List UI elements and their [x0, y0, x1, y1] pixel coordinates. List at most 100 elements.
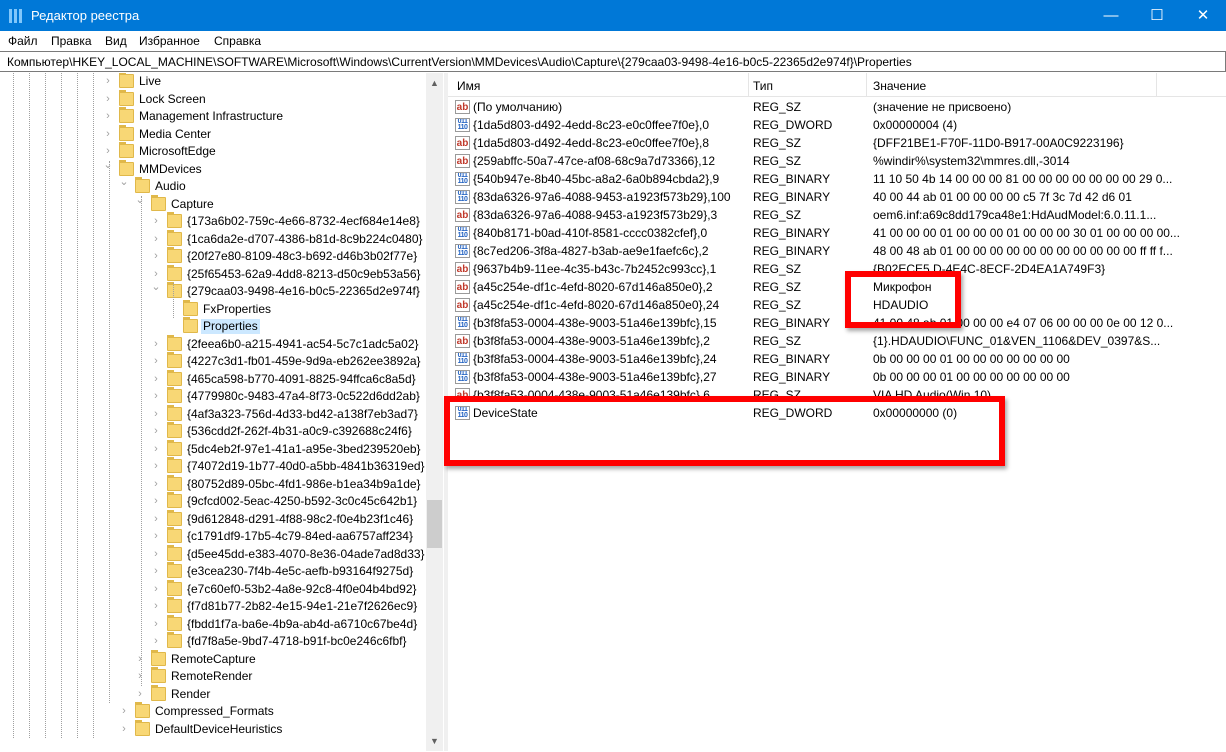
chevron-right-icon[interactable]: › — [151, 214, 161, 228]
tree-item-label[interactable]: Management Infrastructure — [137, 109, 285, 124]
menu-view[interactable]: Вид — [105, 34, 127, 48]
chevron-right-icon[interactable]: › — [151, 494, 161, 508]
value-row[interactable]: 011 110 {8c7ed206-3f8a-4827-b3ab-ae9e1faef… — [448, 242, 1226, 260]
tree-item[interactable]: › {9cfcd002-5eac-4250-b592-3c0c45c642b1} — [0, 492, 426, 510]
tree-item[interactable]: › Management Infrastructure — [0, 107, 426, 125]
tree-item-label[interactable]: DefaultDeviceHeuristics — [153, 722, 284, 737]
tree-item-label[interactable]: {173a6b02-759c-4e66-8732-4ecf684e14e8} — [185, 214, 422, 229]
scrollbar-thumb[interactable] — [427, 500, 442, 548]
value-row[interactable]: 011 110 {b3f8fa53-0004-438e-9003-51a46e139… — [448, 350, 1226, 368]
value-row[interactable]: 011 110 {b3f8fa53-0004-438e-9003-51a46e139… — [448, 314, 1226, 332]
chevron-right-icon[interactable]: › — [103, 92, 113, 106]
tree-item-label[interactable]: Audio — [153, 179, 188, 194]
column-type[interactable]: Тип — [753, 79, 773, 93]
tree-item[interactable]: › MicrosoftEdge — [0, 142, 426, 160]
tree-item[interactable]: › Live — [0, 73, 426, 90]
minimize-button[interactable]: — — [1088, 0, 1134, 31]
chevron-right-icon[interactable]: › — [135, 687, 145, 701]
value-row[interactable]: 011 110 {1da5d803-d492-4edd-8c23-e0c0ffee7… — [448, 116, 1226, 134]
tree-item-label[interactable]: RemoteRender — [169, 669, 254, 684]
tree-item-label[interactable]: {74072d19-1b77-40d0-a5bb-4841b36319ed} — [185, 459, 426, 474]
tree-item-label[interactable]: {20f27e80-8109-48c3-b692-d46b3b02f77e} — [185, 249, 419, 264]
value-row[interactable]: 011 110 DeviceState REG_DWORD 0x00000000 (0) — [448, 404, 1226, 422]
tree-item[interactable]: › {fbdd1f7a-ba6e-4b9a-ab4d-a6710c67be4d} — [0, 614, 426, 633]
tree-item-label[interactable]: RemoteCapture — [169, 652, 258, 667]
column-divider[interactable] — [1156, 73, 1157, 97]
tree-item-label[interactable]: {536cdd2f-262f-4b31-a0c9-c392688c24f6} — [185, 424, 414, 439]
chevron-right-icon[interactable]: › — [151, 232, 161, 246]
tree-item[interactable]: › {25f65453-62a9-4dd8-8213-d50c9eb53a56} — [0, 264, 426, 283]
tree-item[interactable]: FxProperties — [0, 299, 426, 318]
tree-item-label[interactable]: {d5ee45dd-e383-4070-8e36-04ade7ad8d33} — [185, 547, 426, 562]
tree-item[interactable]: › {f7d81b77-2b82-4e15-94e1-21e7f2626ec9} — [0, 597, 426, 615]
tree-item-label[interactable]: {e7c60ef0-53b2-4a8e-92c8-4f0e04b4bd92} — [185, 582, 419, 597]
column-value[interactable]: Значение — [873, 79, 926, 93]
chevron-right-icon[interactable]: › — [151, 459, 161, 473]
value-row[interactable]: ab (По умолчанию) REG_SZ (значение не присв… — [448, 98, 1226, 116]
tree-item-label[interactable]: Render — [169, 687, 212, 702]
chevron-right-icon[interactable]: › — [103, 109, 113, 123]
chevron-right-icon[interactable]: › — [151, 564, 161, 578]
chevron-right-icon[interactable]: › — [151, 529, 161, 543]
tree-item[interactable]: › DefaultDeviceHeuristics — [0, 719, 426, 738]
value-row[interactable]: ab {a45c254e-df1c-4efd-8020-67d146a850e0}… — [448, 278, 1226, 296]
chevron-right-icon[interactable]: › — [135, 652, 145, 666]
menu-favorites[interactable]: Избранное — [139, 34, 200, 48]
chevron-down-icon[interactable]: ⌄ — [151, 280, 161, 294]
tree-item[interactable]: › {9d612848-d291-4f88-98c2-f0e4b23f1c46} — [0, 509, 426, 528]
tree-item-label[interactable]: {f7d81b77-2b82-4e15-94e1-21e7f2626ec9} — [185, 599, 419, 614]
tree-item[interactable]: › {d5ee45dd-e383-4070-8e36-04ade7ad8d33} — [0, 544, 426, 563]
tree-scrollbar[interactable]: ▲ ▼ — [426, 73, 443, 751]
tree-item-label[interactable]: Compressed_Formats — [153, 704, 276, 719]
chevron-right-icon[interactable]: › — [151, 512, 161, 526]
tree-item-label[interactable]: {2feea6b0-a215-4941-ac54-5c7c1adc5a02} — [185, 337, 421, 352]
tree-item[interactable]: › Media Center — [0, 124, 426, 143]
tree-item-label[interactable]: {80752d89-05bc-4fd1-986e-b1ea34b9a1de} — [185, 477, 423, 492]
value-row[interactable]: ab {9637b4b9-11ee-4c35-b43c-7b2452c993cc}… — [448, 260, 1226, 278]
tree-item[interactable]: › RemoteRender — [0, 667, 426, 685]
chevron-right-icon[interactable]: › — [119, 722, 129, 736]
column-divider[interactable] — [748, 73, 749, 97]
tree-item-label[interactable]: {9d612848-d291-4f88-98c2-f0e4b23f1c46} — [185, 512, 415, 527]
tree-item[interactable]: › {173a6b02-759c-4e66-8732-4ecf684e14e8} — [0, 212, 426, 230]
value-row[interactable]: ab {1da5d803-d492-4edd-8c23-e0c0ffee7f0e}… — [448, 134, 1226, 152]
tree-item[interactable]: › {74072d19-1b77-40d0-a5bb-4841b36319ed} — [0, 457, 426, 475]
tree-item-label[interactable]: {4779980c-9483-47a4-8f73-0c522d6dd2ab} — [185, 389, 422, 404]
tree-item[interactable]: › {5dc4eb2f-97e1-41a1-a95e-3bed239520eb} — [0, 439, 426, 458]
tree-item[interactable]: › {536cdd2f-262f-4b31-a0c9-c392688c24f6} — [0, 422, 426, 440]
chevron-right-icon[interactable]: › — [151, 354, 161, 368]
tree-item[interactable]: › {4af3a323-756d-4d33-bd42-a138f7eb3ad7} — [0, 404, 426, 423]
chevron-right-icon[interactable]: › — [103, 74, 113, 88]
tree-item-label[interactable]: {1ca6da2e-d707-4386-b81d-8c9b224c0480} — [185, 232, 425, 247]
chevron-right-icon[interactable]: › — [119, 704, 129, 718]
chevron-right-icon[interactable]: › — [151, 337, 161, 351]
column-name[interactable]: Имя — [457, 79, 480, 93]
tree-item-label[interactable]: Media Center — [137, 127, 213, 142]
chevron-right-icon[interactable]: › — [151, 372, 161, 386]
tree-item-label[interactable]: {5dc4eb2f-97e1-41a1-a95e-3bed239520eb} — [185, 442, 423, 457]
tree-item-label[interactable]: {279caa03-9498-4e16-b0c5-22365d2e974f} — [185, 284, 422, 299]
column-divider[interactable] — [866, 73, 867, 97]
chevron-right-icon[interactable]: › — [151, 424, 161, 438]
chevron-right-icon[interactable]: › — [151, 389, 161, 403]
chevron-right-icon[interactable]: › — [103, 144, 113, 158]
tree-item[interactable]: › RemoteCapture — [0, 649, 426, 668]
tree-item-label[interactable]: {465ca598-b770-4091-8825-94ffca6c8a5d} — [185, 372, 418, 387]
tree-item[interactable]: Properties — [0, 317, 426, 335]
scroll-down-icon[interactable]: ▼ — [426, 735, 443, 747]
tree-item[interactable]: › Compressed_Formats — [0, 702, 426, 720]
tree-item-label[interactable]: FxProperties — [201, 302, 273, 317]
chevron-right-icon[interactable]: › — [151, 477, 161, 491]
tree-item-label[interactable]: {4af3a323-756d-4d33-bd42-a138f7eb3ad7} — [185, 407, 420, 422]
tree-item[interactable]: ⌄ MMDevices — [0, 159, 426, 178]
tree-item[interactable]: › {4779980c-9483-47a4-8f73-0c522d6dd2ab} — [0, 387, 426, 405]
value-row[interactable]: ab {83da6326-97a6-4088-9453-a1923f573b29}… — [448, 206, 1226, 224]
value-row[interactable]: 011 110 {83da6326-97a6-4088-9453-a1923f573… — [448, 188, 1226, 206]
tree-item[interactable]: › {20f27e80-8109-48c3-b692-d46b3b02f77e} — [0, 247, 426, 265]
value-row[interactable]: ab {a45c254e-df1c-4efd-8020-67d146a850e0}… — [448, 296, 1226, 314]
chevron-right-icon[interactable]: › — [151, 547, 161, 561]
tree-item[interactable]: › {1ca6da2e-d707-4386-b81d-8c9b224c0480} — [0, 229, 426, 248]
values-list[interactable]: Имя Тип Значение ab (По умолчанию) REG_SZ(… — [448, 73, 1226, 751]
menu-file[interactable]: Файл — [8, 34, 38, 48]
tree-item-label[interactable]: MicrosoftEdge — [137, 144, 218, 159]
